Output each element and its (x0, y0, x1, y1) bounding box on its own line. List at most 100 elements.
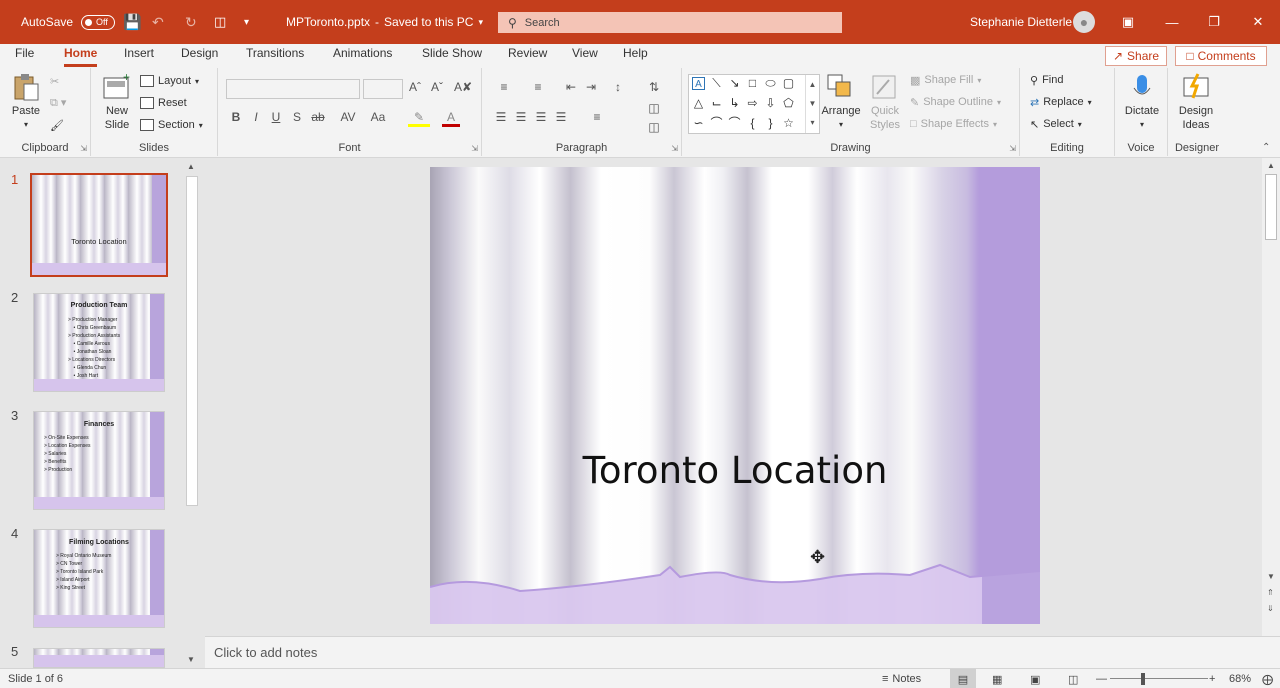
shape-fill-button[interactable]: ▩ Shape Fill ▾ (910, 71, 981, 89)
align-text-icon[interactable]: ◫ (642, 101, 666, 115)
slide-thumbnail-5[interactable]: Exterior Shots (33, 648, 165, 668)
new-slide-button[interactable]: + New Slide (98, 72, 136, 132)
align-left-icon[interactable]: ☰ (492, 110, 510, 124)
slide-sorter-icon[interactable]: ▦ (992, 669, 1002, 688)
left-brace-icon[interactable]: { (746, 117, 759, 130)
customize-qat-icon[interactable]: ▾ (244, 0, 249, 44)
find-button[interactable]: ⚲ Find (1030, 71, 1063, 89)
text-direction-icon[interactable]: ⇅ (642, 80, 666, 94)
slide-thumbnail-4[interactable]: Filming Locations > Royal Ontario Museum… (33, 529, 165, 628)
tab-home[interactable]: Home (64, 44, 98, 68)
user-name[interactable]: Stephanie Dietterle (970, 0, 1072, 44)
tab-insert[interactable]: Insert (124, 44, 154, 68)
highlight-icon[interactable]: ✎ (408, 110, 430, 127)
pentagon-shape-icon[interactable]: ⬠ (782, 97, 795, 110)
ribbon-display-icon[interactable]: ▣ (1107, 0, 1149, 44)
design-ideas-button[interactable]: Design Ideas (1176, 72, 1216, 132)
strikethrough-icon[interactable]: ab (309, 110, 327, 124)
avatar[interactable]: ● (1073, 11, 1095, 33)
zoom-slider[interactable] (1110, 678, 1208, 679)
arc-shape-icon[interactable]: ⌒ (728, 117, 741, 130)
line-shape-icon[interactable]: ⟍ (710, 77, 723, 90)
zoom-in-icon[interactable]: + (1209, 669, 1215, 688)
tab-design[interactable]: Design (181, 44, 218, 68)
freeform-shape-icon[interactable]: ∽ (692, 117, 705, 130)
shape-effects-button[interactable]: □ Shape Effects ▾ (910, 115, 997, 133)
tab-animations[interactable]: Animations (333, 44, 392, 68)
copy-icon[interactable]: ⧉ ▾ (50, 94, 66, 112)
elbow-connector-icon[interactable]: ⌙ (710, 97, 723, 110)
restore-icon[interactable]: ❐ (1193, 0, 1235, 44)
slideshow-icon[interactable]: ◫ (1068, 669, 1078, 688)
decrease-indent-icon[interactable]: ⇤ (562, 80, 580, 94)
decrease-font-icon[interactable]: Aˇ (428, 80, 446, 94)
font-size-combo[interactable] (363, 79, 403, 99)
increase-font-icon[interactable]: Aˆ (406, 80, 424, 94)
clear-format-icon[interactable]: A✘ (454, 80, 472, 94)
quick-styles-button[interactable]: Quick Styles (866, 72, 904, 132)
tab-slide-show[interactable]: Slide Show (422, 44, 482, 68)
notes-toggle-button[interactable]: ≡ Notes (882, 669, 921, 688)
slide-title[interactable]: Toronto Location (430, 449, 1040, 492)
notes-pane[interactable]: Click to add notes (205, 636, 1280, 668)
collapse-ribbon-icon[interactable]: ⌃ (1262, 142, 1270, 153)
down-arrow-shape-icon[interactable]: ⇩ (764, 97, 777, 110)
shape-outline-button[interactable]: ✎ Shape Outline ▾ (910, 93, 1001, 111)
comments-button[interactable]: □ Comments (1175, 46, 1267, 66)
font-launcher-icon[interactable]: ⇲ (471, 144, 478, 153)
slide-thumbnail-1[interactable]: Toronto Location (30, 173, 168, 277)
justify-icon[interactable]: ☰ (552, 110, 570, 124)
minimize-icon[interactable]: — (1151, 0, 1193, 44)
oval-shape-icon[interactable]: ⬭ (764, 77, 777, 90)
save-icon[interactable]: 💾 (123, 0, 142, 44)
tab-file[interactable]: File (15, 44, 34, 68)
reset-button[interactable]: Reset (140, 94, 187, 112)
next-slide-icon[interactable]: ⇓ (1267, 604, 1274, 613)
reading-view-icon[interactable]: ▣ (1030, 669, 1040, 688)
increase-indent-icon[interactable]: ⇥ (582, 80, 600, 94)
previous-slide-icon[interactable]: ⇑ (1267, 588, 1274, 597)
scroll-down-icon[interactable]: ▼ (1267, 572, 1275, 581)
rounded-rect-shape-icon[interactable]: ▢ (782, 77, 795, 90)
scroll-up-icon[interactable]: ▲ (187, 162, 195, 171)
slide-scroll-thumb[interactable] (1265, 174, 1277, 240)
change-case-icon[interactable]: Aa (365, 110, 391, 124)
close-icon[interactable]: ✕ (1237, 0, 1279, 44)
autosave-toggle[interactable]: Off (81, 14, 116, 30)
right-arrow-shape-icon[interactable]: ⇨ (746, 97, 759, 110)
paragraph-launcher-icon[interactable]: ⇲ (671, 144, 678, 153)
section-button[interactable]: Section ▾ (140, 116, 203, 134)
undo-icon[interactable]: ↶ (152, 0, 164, 44)
dictate-button[interactable]: Dictate ▾ (1123, 72, 1161, 132)
tab-review[interactable]: Review (508, 44, 547, 68)
redo-icon[interactable]: ↻ (185, 0, 197, 44)
slide-thumbnail-3[interactable]: Finances > On-Site Expenses > Location E… (33, 411, 165, 510)
bullets-icon[interactable]: ≡ (492, 80, 516, 94)
font-color-icon[interactable]: A (442, 110, 460, 127)
align-center-icon[interactable]: ☰ (512, 110, 530, 124)
gallery-scroll[interactable]: ▲ ▼ ▾ (805, 75, 819, 133)
panel-scroll-thumb[interactable] (186, 176, 198, 506)
align-right-icon[interactable]: ☰ (532, 110, 550, 124)
layout-button[interactable]: Layout ▾ (140, 72, 199, 90)
scroll-up-icon[interactable]: ▲ (1267, 161, 1275, 170)
fit-to-window-icon[interactable]: ⨁ (1262, 669, 1273, 688)
italic-button[interactable]: I (247, 110, 265, 124)
document-title[interactable]: MPToronto.pptx - Saved to this PC ▾ (286, 0, 483, 44)
arrow-line-shape-icon[interactable]: ↘ (728, 77, 741, 90)
replace-button[interactable]: ⇄ Replace ▾ (1030, 93, 1092, 111)
underline-button[interactable]: U (267, 110, 285, 124)
scroll-down-icon[interactable]: ▼ (187, 655, 195, 664)
line-spacing-icon[interactable]: ↕ (606, 80, 630, 94)
autosave-control[interactable]: AutoSave Off (21, 0, 116, 44)
slide-scrollbar[interactable]: ▲ ▼ ⇑ ⇓ (1262, 158, 1280, 636)
clipboard-launcher-icon[interactable]: ⇲ (80, 144, 87, 153)
present-icon[interactable]: ◫ (214, 0, 226, 44)
tab-transitions[interactable]: Transitions (246, 44, 304, 68)
rectangle-shape-icon[interactable]: □ (746, 77, 759, 90)
tab-help[interactable]: Help (623, 44, 648, 68)
paste-button[interactable]: Paste ▾ (10, 72, 42, 132)
tab-view[interactable]: View (572, 44, 598, 68)
textbox-shape-icon[interactable]: A (692, 77, 705, 90)
triangle-shape-icon[interactable]: △ (692, 97, 705, 110)
